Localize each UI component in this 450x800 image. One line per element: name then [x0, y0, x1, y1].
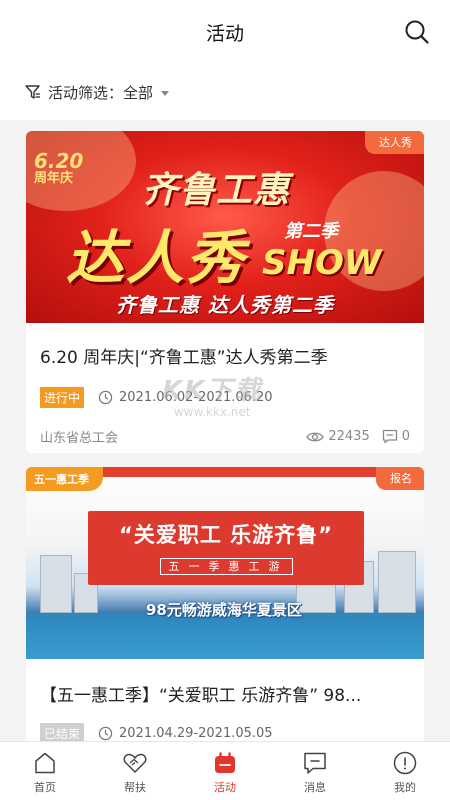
activity-card[interactable]: “关爱职工 乐游齐鲁” 五一季惠工游 98元畅游威海华夏景区 五一惠工季 报名 … [26, 467, 424, 757]
tab-profile[interactable]: 我的 [360, 742, 450, 800]
card-title[interactable]: 6.20 周年庆|“齐鲁工惠”达人秀第二季 [40, 343, 410, 368]
tab-messages[interactable]: 消息 [270, 742, 360, 800]
banner-label: 五一惠工季 [26, 467, 103, 491]
activity-filter[interactable]: 活动筛选： 全部 [0, 64, 450, 120]
tab-label: 首页 [34, 781, 56, 794]
category-tag: 报名 [376, 467, 424, 490]
page-title: 活动 [205, 22, 244, 45]
filter-icon [25, 85, 40, 99]
banner-sub: 五一季惠工游 [88, 558, 364, 575]
tab-help[interactable]: 帮扶 [90, 742, 180, 800]
tab-label: 我的 [394, 781, 416, 794]
message-icon [304, 752, 326, 774]
eye-icon [306, 432, 325, 441]
tab-label: 消息 [304, 781, 326, 794]
clock-icon [98, 726, 113, 741]
search-icon[interactable] [404, 19, 430, 45]
banner-show: SHOW [262, 243, 382, 283]
organizer: 山东省总工会 [40, 431, 119, 446]
clock-icon [98, 390, 113, 405]
tab-home[interactable]: 首页 [0, 742, 90, 800]
home-icon [35, 752, 55, 774]
top-bar: 活动 [0, 0, 450, 64]
filter-value[interactable]: 全部 [123, 82, 153, 103]
activity-card[interactable]: 6.20 周年庆 齐鲁工惠 第二季 达人秀 SHOW 齐鲁工惠 达人秀第二季 达… [26, 131, 424, 453]
chevron-down-icon [161, 90, 170, 96]
banner-season: 第二季 [284, 221, 338, 242]
view-count: 22435 [328, 429, 370, 444]
tab-label: 活动 [214, 781, 236, 794]
banner-line1: 齐鲁工惠 [142, 170, 291, 211]
date-badge: 6.20 周年庆 [34, 149, 84, 186]
date-range: 2021.06.02-2021.06.20 [119, 390, 273, 405]
banner-line2: 达人秀 [66, 224, 247, 292]
comment-icon [382, 429, 397, 444]
bottom-tab-bar: 首页 帮扶 活动 消息 我的 [0, 741, 450, 800]
card-meta: 进行中 2021.06.02-2021.06.20 [40, 387, 273, 408]
banner-subtitle: 齐鲁工惠 达人秀第二季 [116, 293, 334, 317]
card-footer: 山东省总工会 22435 0 [40, 427, 410, 446]
filter-label: 活动筛选： [48, 83, 124, 102]
activity-banner[interactable]: “关爱职工 乐游齐鲁” 五一季惠工游 98元畅游威海华夏景区 五一惠工季 报名 [26, 467, 424, 659]
card-title[interactable]: 【五一惠工季】“关爱职工 乐游齐鲁” 98... [40, 681, 410, 706]
status-badge: 进行中 [40, 387, 85, 408]
activity-banner[interactable]: 6.20 周年庆 齐鲁工惠 第二季 达人秀 SHOW 齐鲁工惠 达人秀第二季 达… [26, 131, 424, 323]
tab-activity[interactable]: 活动 [180, 742, 270, 800]
handshake-icon [123, 753, 147, 773]
tab-label: 帮扶 [124, 781, 146, 794]
activity-icon [215, 752, 235, 773]
category-tag: 达人秀 [365, 131, 424, 154]
banner-caption: 98元畅游威海华夏景区 [146, 601, 302, 619]
date-range: 2021.04.29-2021.05.05 [119, 726, 273, 741]
comment-count: 0 [401, 429, 410, 444]
profile-icon [393, 751, 417, 775]
banner-headline: “关爱职工 乐游齐鲁” [119, 523, 333, 547]
